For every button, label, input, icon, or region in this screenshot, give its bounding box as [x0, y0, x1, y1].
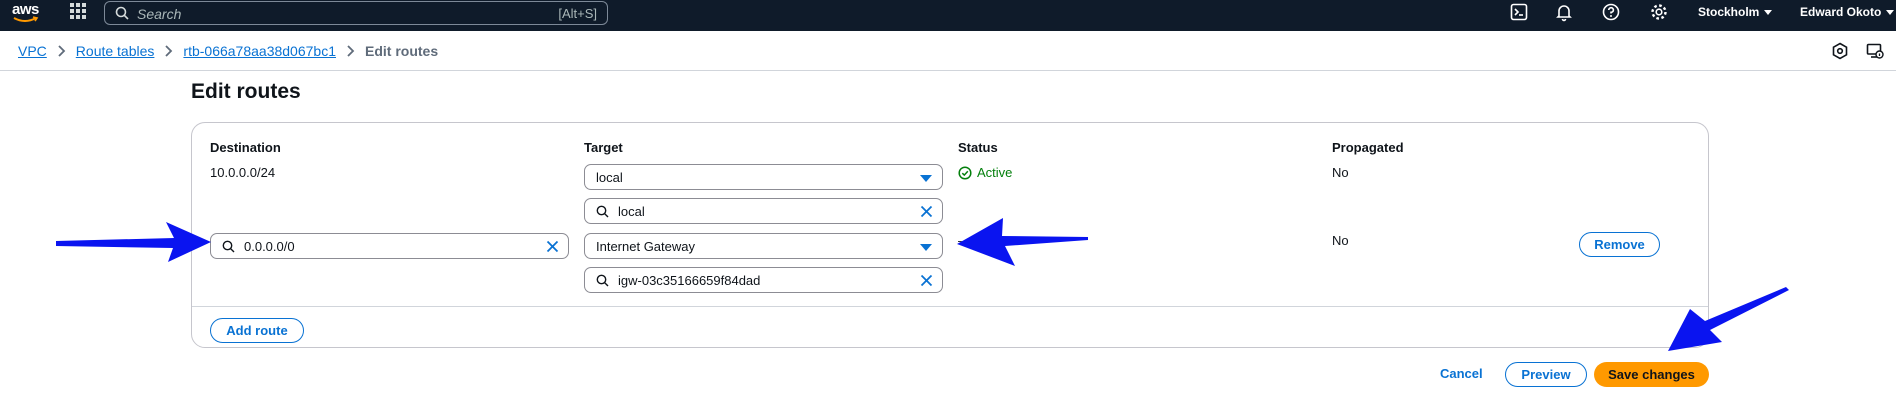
clear-icon[interactable]: [920, 274, 933, 287]
caret-down-icon: [920, 244, 932, 251]
destination-input[interactable]: 0.0.0.0/0: [210, 233, 569, 259]
chevron-right-icon: [346, 44, 355, 58]
breadcrumb-route-tables[interactable]: Route tables: [76, 43, 155, 59]
search-placeholder: Search: [137, 6, 182, 22]
header-destination: Destination: [210, 140, 281, 155]
header-status: Status: [958, 140, 998, 155]
caret-down-icon: [1886, 10, 1895, 15]
clear-icon[interactable]: [546, 240, 559, 253]
chevron-right-icon: [57, 44, 66, 58]
cloudshell-icon[interactable]: [1509, 2, 1529, 22]
gear-icon[interactable]: [1649, 2, 1669, 22]
region-label: Stockholm: [1698, 5, 1760, 19]
account-menu[interactable]: Edward Okoto: [1800, 5, 1895, 19]
target-type-value: local: [596, 170, 623, 185]
clear-icon[interactable]: [920, 205, 933, 218]
route-status: Active: [958, 165, 1012, 180]
add-route-button[interactable]: Add route: [210, 318, 304, 343]
search-icon: [222, 240, 235, 253]
aws-logo-text: aws: [12, 1, 39, 18]
chevron-right-icon: [164, 44, 173, 58]
breadcrumb-current: Edit routes: [364, 43, 439, 59]
check-circle-icon: [958, 165, 972, 180]
target-search-value: local: [618, 204, 645, 219]
arrow-to-destination: [56, 222, 211, 262]
route-propagated: No: [1332, 165, 1349, 180]
breadcrumb-vpc[interactable]: VPC: [18, 43, 47, 59]
header-propagated: Propagated: [1332, 140, 1404, 155]
header-divider: [0, 70, 1896, 71]
route-status-text: Active: [977, 165, 1013, 180]
remove-route-button[interactable]: Remove: [1579, 232, 1660, 257]
header-target: Target: [584, 140, 623, 155]
aws-logo[interactable]: aws: [12, 1, 42, 27]
search-input[interactable]: Search [Alt+S]: [104, 1, 608, 25]
hexagon-settings-icon[interactable]: [1831, 42, 1849, 60]
screen-info-icon[interactable]: [1866, 42, 1884, 60]
bell-icon[interactable]: [1554, 2, 1574, 22]
preview-button[interactable]: Preview: [1505, 362, 1587, 387]
search-shortcut: [Alt+S]: [558, 6, 597, 21]
save-changes-button[interactable]: Save changes: [1594, 362, 1709, 387]
cancel-button[interactable]: Cancel: [1440, 366, 1483, 381]
target-search-input[interactable]: igw-03c35166659f84dad: [584, 267, 943, 293]
target-type-select[interactable]: local: [584, 164, 943, 190]
top-navigation: aws Search [Alt+S] Stockholm Edward Okot…: [0, 0, 1896, 31]
target-search-input[interactable]: local: [584, 198, 943, 224]
region-selector[interactable]: Stockholm: [1698, 5, 1773, 19]
breadcrumb-route-table-id[interactable]: rtb-066a78aa38d067bc1: [183, 43, 336, 59]
route-destination: 10.0.0.0/24: [210, 165, 276, 180]
search-icon: [115, 6, 129, 20]
breadcrumb: VPC Route tables rtb-066a78aa38d067bc1 E…: [18, 42, 438, 60]
caret-down-icon: [1764, 10, 1773, 15]
target-type-value: Internet Gateway: [596, 239, 695, 254]
target-type-select[interactable]: Internet Gateway: [584, 233, 943, 259]
search-icon: [596, 274, 609, 287]
route-status-text: –: [958, 233, 966, 248]
routes-panel: Destination Target Status Propagated 10.…: [191, 122, 1709, 348]
help-icon[interactable]: [1601, 2, 1621, 22]
grid-icon[interactable]: [70, 3, 88, 21]
destination-value: 0.0.0.0/0: [244, 239, 295, 254]
route-propagated: No: [1332, 233, 1349, 248]
page-title: Edit routes: [191, 80, 301, 103]
search-icon: [596, 205, 609, 218]
target-search-value: igw-03c35166659f84dad: [618, 273, 761, 288]
caret-down-icon: [920, 175, 932, 182]
panel-divider: [192, 306, 1708, 307]
user-name: Edward Okoto: [1800, 5, 1882, 19]
